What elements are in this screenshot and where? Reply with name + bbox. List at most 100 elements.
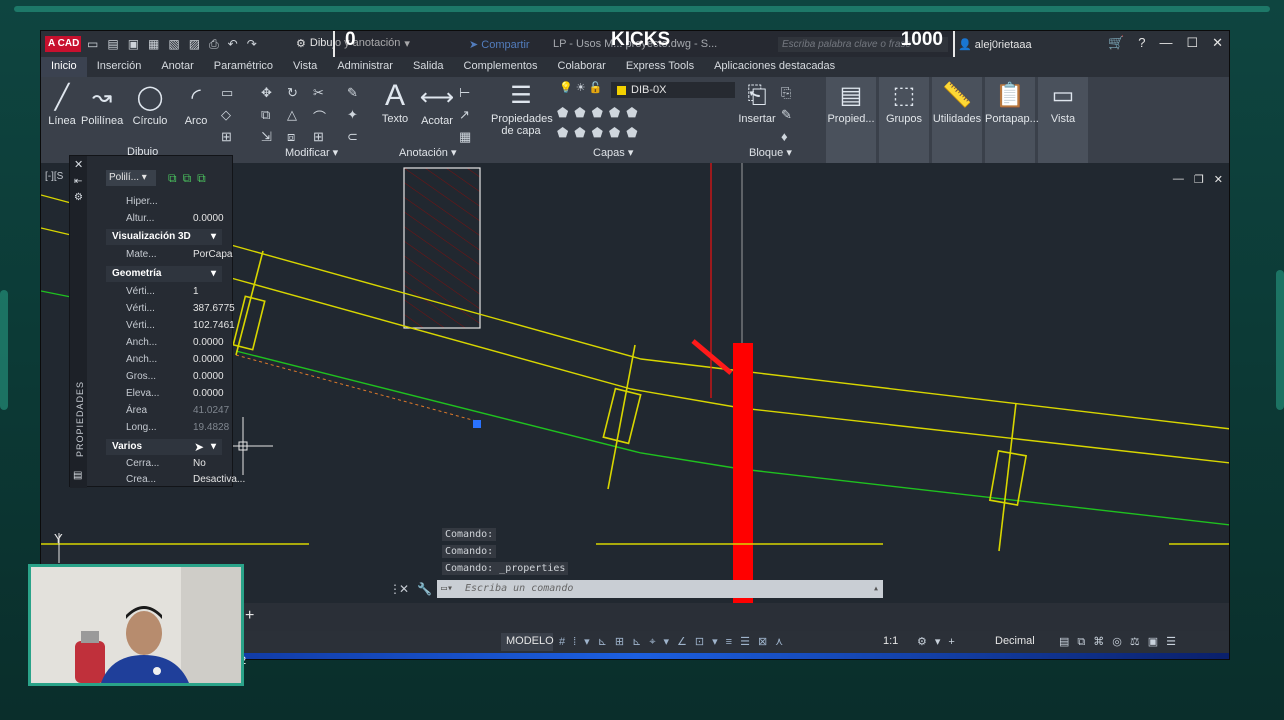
redo-icon[interactable]: ↷ xyxy=(247,37,257,52)
view-panel-button[interactable]: ▭ Vista xyxy=(1038,77,1088,163)
leader-icon[interactable]: ↗ xyxy=(459,107,470,123)
tab-complementos[interactable]: Complementos xyxy=(454,57,548,77)
annotation-scale[interactable]: 1:1 xyxy=(883,635,898,647)
save-icon[interactable]: ▣ xyxy=(128,37,139,52)
palette-menu-icon[interactable]: ▤ xyxy=(73,470,82,481)
layer-tools-row2[interactable]: ⬟⬟⬟⬟⬟ xyxy=(557,125,644,141)
groups-panel-button[interactable]: ⬚ Grupos xyxy=(879,77,929,163)
minimize-icon[interactable]: — xyxy=(1159,35,1172,51)
quick-select-icons[interactable]: ⧉⧉⧉ xyxy=(168,171,212,186)
tab-colaborar[interactable]: Colaborar xyxy=(548,57,616,77)
tab-aplicaciones[interactable]: Aplicaciones destacadas xyxy=(704,57,845,77)
green-line-left[interactable] xyxy=(41,290,72,298)
annotation-panel-label[interactable]: Anotación ▾ xyxy=(399,146,457,159)
command-history-toggle-icon[interactable]: ▴ xyxy=(873,580,879,598)
table-icon[interactable]: ▦ xyxy=(459,129,471,145)
modify-panel-label[interactable]: Modificar ▾ xyxy=(285,146,338,159)
scale-icon[interactable]: ⧈ xyxy=(287,129,295,145)
yellow-road-edge-upper[interactable] xyxy=(230,244,1230,430)
explode-icon[interactable]: ✦ xyxy=(347,107,358,123)
close-icon[interactable]: ✕ xyxy=(1212,35,1223,51)
palette-autohide-icon[interactable]: ⇤ xyxy=(74,176,82,187)
erase-icon[interactable]: ✎ xyxy=(347,85,358,101)
web-open-icon[interactable]: ▧ xyxy=(168,37,179,52)
command-close-icon[interactable]: ✕ xyxy=(399,582,409,596)
circle-button[interactable]: ◯ Círculo xyxy=(129,83,171,127)
section-visualizacion-3d[interactable]: Visualización 3D ▾ xyxy=(106,229,222,245)
tab-vista[interactable]: Vista xyxy=(283,57,327,77)
tab-administrar[interactable]: Administrar xyxy=(327,57,403,77)
drafting-tools-icons[interactable]: #⁞▾⊾⊞⊾⌖▾∠⊡▾≡☰⊠⋏ xyxy=(559,635,791,649)
dimension-button[interactable]: ⟷ Acotar xyxy=(417,83,457,127)
trim-icon[interactable]: ✂ xyxy=(313,85,324,101)
hatch-icon[interactable]: ◇ xyxy=(221,107,231,123)
block-panel-label[interactable]: Bloque ▾ xyxy=(749,146,792,159)
model-space-button[interactable]: MODELO xyxy=(506,635,554,647)
section-varios[interactable]: Varios ▾ xyxy=(106,439,222,455)
web-save-icon[interactable]: ▨ xyxy=(189,37,200,52)
line-button[interactable]: ╱ Línea xyxy=(47,83,77,127)
yellow-line-left-top[interactable] xyxy=(41,194,72,204)
layer-properties-button[interactable]: ☰ Propiedades de capa xyxy=(491,81,553,137)
palette-settings-icon[interactable]: ⚙ xyxy=(74,192,83,203)
layer-state-icons[interactable]: 💡☀🔓 xyxy=(559,81,605,94)
gear-icon: ⚙ xyxy=(296,38,306,50)
create-block-icon[interactable]: ⎘ xyxy=(781,85,791,101)
tab-inicio[interactable]: Inicio xyxy=(41,57,87,77)
array-icon[interactable]: ⊞ xyxy=(313,129,324,145)
tab-parametrico[interactable]: Paramétrico xyxy=(204,57,283,77)
arc-button[interactable]: ◜ Arco xyxy=(179,83,213,127)
offset-icon[interactable]: ⊂ xyxy=(347,129,358,145)
properties-panel-button[interactable]: ▤ Propied... xyxy=(826,77,876,163)
command-history-line: Comando: xyxy=(442,528,497,541)
stretch-icon[interactable]: ⇲ xyxy=(261,129,272,145)
text-button[interactable]: A Texto xyxy=(377,81,413,126)
selected-polyline-dashed[interactable] xyxy=(235,354,477,422)
polyline-button[interactable]: ↝ Polilínea xyxy=(81,83,123,127)
yellow-tick-right[interactable] xyxy=(998,402,1017,552)
yellow-tick-mid[interactable] xyxy=(607,344,636,490)
object-type-select[interactable]: Polilí... ▾ xyxy=(106,170,156,186)
maximize-icon[interactable]: ☐ xyxy=(1186,35,1198,51)
units-dropdown[interactable]: Decimal xyxy=(995,635,1035,647)
tab-salida[interactable]: Salida xyxy=(403,57,454,77)
linear-dim-icon[interactable]: ⊢ xyxy=(459,85,470,101)
attribute-icon[interactable]: ♦ xyxy=(781,129,788,144)
copy-icon[interactable]: ⧉ xyxy=(261,107,270,123)
help-icon[interactable]: ? xyxy=(1138,35,1145,51)
current-layer-dropdown[interactable]: DIB-0X xyxy=(611,82,735,98)
fillet-icon[interactable]: ⌒ xyxy=(313,107,326,126)
utilities-panel-button[interactable]: 📏 Utilidades xyxy=(932,77,982,163)
edit-block-icon[interactable]: ✎ xyxy=(781,107,792,123)
palette-close-icon[interactable]: ✕ xyxy=(74,158,83,171)
autocad-logo[interactable]: A CAD xyxy=(45,36,81,52)
grip-handle[interactable] xyxy=(473,420,481,428)
open-icon[interactable]: ▤ xyxy=(107,37,118,52)
insert-button[interactable]: ⎗ Insertar xyxy=(735,81,779,125)
undo-icon[interactable]: ↶ xyxy=(228,37,238,52)
yellow-line-left-mid[interactable] xyxy=(41,227,72,236)
region-icon[interactable]: ⊞ xyxy=(221,129,232,145)
section-geometria[interactable]: Geometría ▾ xyxy=(106,266,222,282)
layers-panel-label[interactable]: Capas ▾ xyxy=(593,146,633,159)
user-account[interactable]: 👤 alej0rietaaa xyxy=(958,38,1032,51)
rotate-icon[interactable]: ↻ xyxy=(287,85,298,101)
new-icon[interactable]: ▭ xyxy=(87,37,98,52)
move-icon[interactable]: ✥ xyxy=(261,85,272,101)
rectangle-icon[interactable]: ▭ xyxy=(221,85,233,101)
clipboard-panel-button[interactable]: 📋 Portapap... xyxy=(985,77,1039,163)
command-customize-icon[interactable]: 🔧 xyxy=(417,582,432,596)
save-as-icon[interactable]: ▦ xyxy=(148,37,159,52)
workspace-tools-icons[interactable]: ⚙▾+ xyxy=(917,635,963,648)
tab-express-tools[interactable]: Express Tools xyxy=(616,57,704,77)
layer-tools-row1[interactable]: ⬟⬟⬟⬟⬟ xyxy=(557,105,644,121)
command-input[interactable]: ▭▾ Escriba un comando ▴ xyxy=(437,580,883,598)
tab-insercion[interactable]: Inserción xyxy=(87,57,152,77)
tab-anotar[interactable]: Anotar xyxy=(151,57,203,77)
red-pole[interactable] xyxy=(733,343,753,603)
add-layout-icon[interactable]: + xyxy=(245,607,254,625)
status-tray-icons[interactable]: ▤⧉⌘◎⚖▣☰ xyxy=(1059,635,1184,649)
mirror-icon[interactable]: △ xyxy=(287,107,297,123)
cart-icon[interactable]: 🛒 xyxy=(1108,35,1124,51)
plot-icon[interactable]: ⎙ xyxy=(209,37,219,52)
